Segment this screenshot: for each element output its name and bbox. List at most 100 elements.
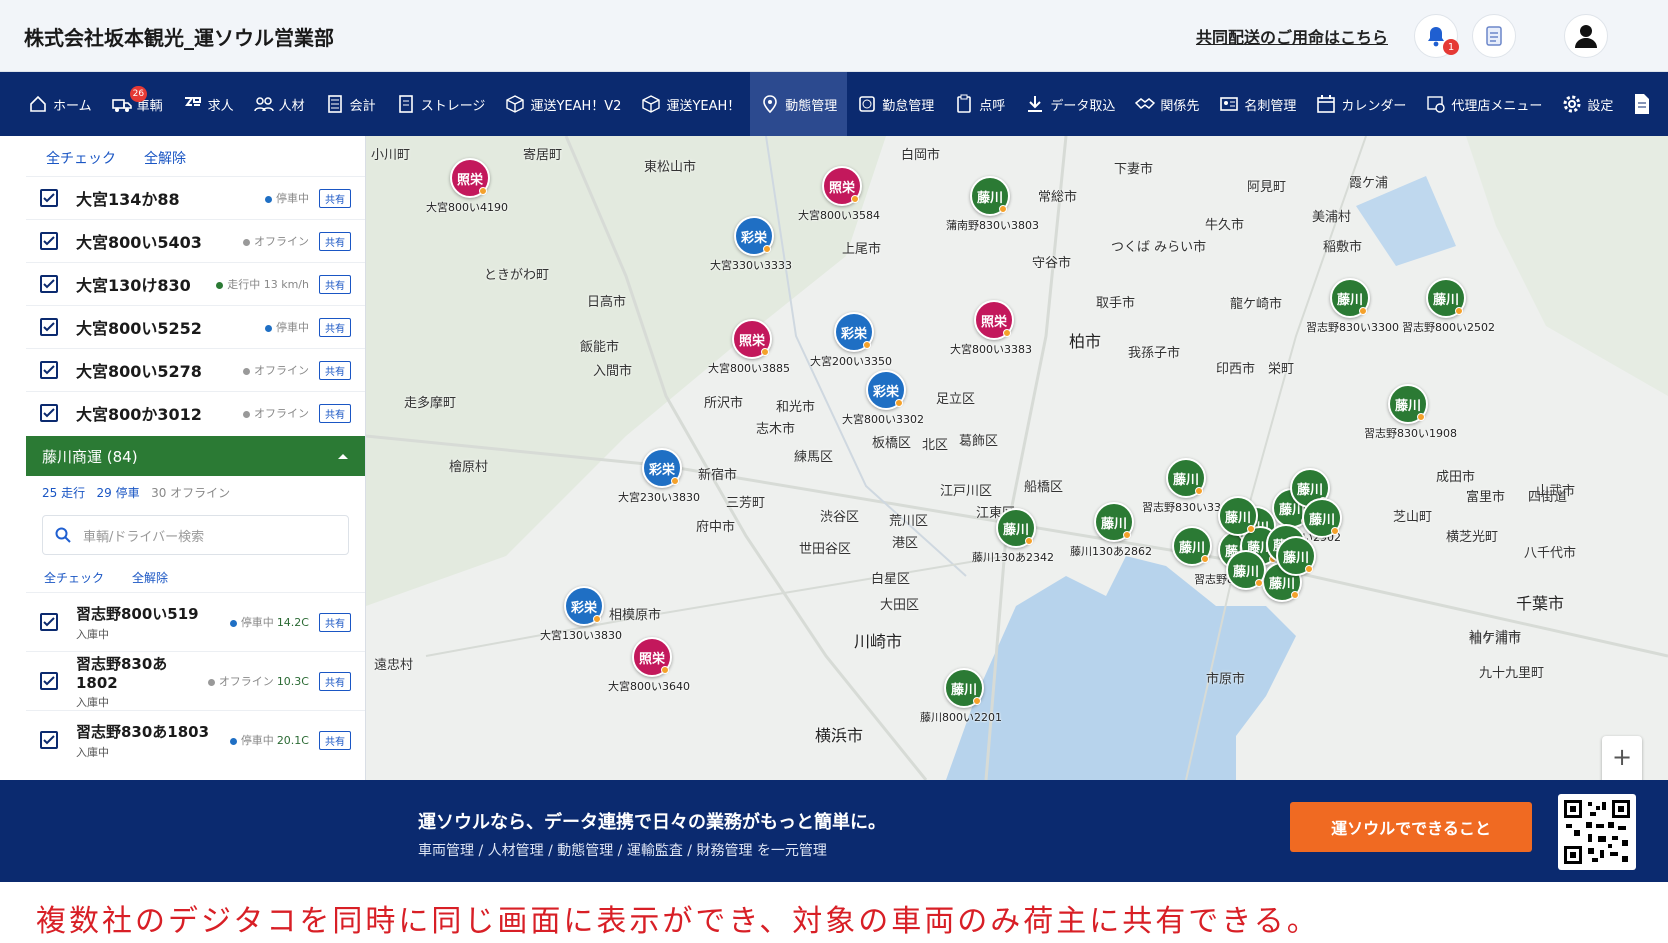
nav-item-8[interactable]: 動態管理 xyxy=(750,72,848,136)
nav-item-3[interactable]: 人材 xyxy=(244,72,315,136)
notification-button[interactable]: 1 xyxy=(1414,14,1459,58)
user-menu-button[interactable] xyxy=(1564,14,1608,58)
check-all-link[interactable]: 全チェック xyxy=(46,148,116,168)
vehicle-row[interactable]: 大宮800い5252 停車中 共有 xyxy=(26,305,365,348)
vehicle-map-pin[interactable]: 照栄 xyxy=(450,158,490,198)
gear-icon xyxy=(1563,95,1581,113)
vehicle-map-pin[interactable]: 照栄 xyxy=(732,319,772,359)
vehicle-map-pin[interactable]: 藤川 xyxy=(1172,526,1212,566)
zoom-controls: + − xyxy=(1602,736,1642,780)
vehicle-map-pin[interactable]: 藤川 xyxy=(1330,278,1370,318)
vehicle-checkbox[interactable] xyxy=(40,189,58,207)
vehicle-map-pin[interactable]: 彩栄 xyxy=(734,216,774,256)
nav-item-13[interactable]: 名刺管理 xyxy=(1209,72,1306,136)
vehicle-map-pin[interactable]: 藤川 xyxy=(1426,278,1466,318)
map-place-label: 遠忠村 xyxy=(374,658,414,673)
nav-item-4[interactable]: 会計 xyxy=(315,72,386,136)
map-place-label: 和光市 xyxy=(776,400,816,415)
vehicle-row[interactable]: 大宮130け830 走行中 13 km/h 共有 xyxy=(26,262,365,305)
shared-badge: 共有 xyxy=(319,231,351,251)
vehicle-checkbox[interactable] xyxy=(40,232,58,250)
agent-icon xyxy=(1427,96,1446,113)
group-check-all-link[interactable]: 全チェック xyxy=(44,569,104,586)
vehicle-map-pin[interactable]: 藤川 xyxy=(1226,550,1266,590)
nav-item-label: 動態管理 xyxy=(785,98,838,114)
vehicle-checkbox[interactable] xyxy=(40,731,58,749)
nav-item-0[interactable]: ホーム xyxy=(18,72,102,136)
document-button[interactable] xyxy=(1472,14,1516,58)
vehicle-plate: 大宮800い5278 xyxy=(76,362,202,381)
map-place-label: 常総市 xyxy=(1038,190,1078,205)
vehicle-map-pin[interactable]: 照栄 xyxy=(822,166,862,206)
vehicle-pin-label: 大宮800い4190 xyxy=(426,201,508,214)
vehicle-pin-label: 大宮330い3333 xyxy=(710,259,792,272)
vehicle-map-pin[interactable]: 照栄 xyxy=(632,637,672,677)
pin-company-label: 藤川 xyxy=(1394,398,1421,414)
map-place-label: 所沢市 xyxy=(704,396,744,411)
nav-item-16[interactable]: 設定 xyxy=(1552,72,1623,136)
vehicle-search-input[interactable]: 車輌/ドライバー検索 xyxy=(42,515,349,555)
pin-company-label: 彩栄 xyxy=(570,600,597,616)
nav-item-10[interactable]: 点呼 xyxy=(944,72,1015,136)
group-vehicle-row[interactable]: 習志野830あ1802 入庫中 オフライン 10.3C 共有 xyxy=(26,651,365,710)
vehicle-map-pin[interactable]: 藤川 xyxy=(1218,496,1258,536)
vehicle-map-pin[interactable]: 彩栄 xyxy=(564,586,604,626)
vehicle-map-pin[interactable]: 彩栄 xyxy=(866,370,906,410)
nav-document-button[interactable] xyxy=(1623,72,1661,136)
nav-item-7[interactable]: 運送YEAH！ xyxy=(631,72,750,136)
vehicle-map-pin[interactable]: 藤川 xyxy=(970,176,1010,216)
nav-item-15[interactable]: 代理店メニュー xyxy=(1416,72,1552,136)
vehicle-checkbox[interactable] xyxy=(40,318,58,336)
app-header: 株式会社坂本観光_運ソウル営業部 共同配送のご用命はこちら 1 xyxy=(0,0,1668,72)
vehicle-row[interactable]: 大宮800い5278 オフライン 共有 xyxy=(26,348,365,391)
calendar-icon xyxy=(1317,95,1336,113)
vehicle-map-pin[interactable]: 藤川 xyxy=(1302,498,1342,538)
vehicle-checkbox[interactable] xyxy=(40,404,58,422)
vehicle-map-pin[interactable]: 彩栄 xyxy=(834,312,874,352)
vehicle-map-pin[interactable]: 藤川 xyxy=(996,508,1036,548)
group-vehicle-row[interactable]: 習志野800い519 入庫中 停車中 14.2C 共有 xyxy=(26,592,365,651)
nav-item-12[interactable]: 関係先 xyxy=(1125,72,1209,136)
nav-item-2[interactable]: 求人 xyxy=(173,72,244,136)
vehicle-map-pin[interactable]: 照栄 xyxy=(974,300,1014,340)
vehicle-map-pin[interactable]: 藤川 xyxy=(944,668,984,708)
vehicle-checkbox[interactable] xyxy=(40,613,58,631)
group-uncheck-all-link[interactable]: 全解除 xyxy=(132,569,168,586)
joint-delivery-link[interactable]: 共同配送のご用命はこちら xyxy=(1196,24,1388,48)
nav-item-6[interactable]: 運送YEAH！V2 xyxy=(495,72,631,136)
nav-item-5[interactable]: ストレージ xyxy=(386,72,496,136)
pin-status-dot xyxy=(999,205,1007,213)
offline-count: 30 オフライン xyxy=(151,486,231,500)
group-header-fujikawa[interactable]: 藤川商運 (84) xyxy=(26,436,365,476)
vehicle-checkbox[interactable] xyxy=(40,361,58,379)
qr-code xyxy=(1558,794,1636,870)
people-icon xyxy=(253,97,274,112)
banner-cta-button[interactable]: 運ソウルでできること xyxy=(1290,802,1532,852)
vehicle-map-pin[interactable]: 藤川 xyxy=(1094,502,1134,542)
vehicle-row[interactable]: 大宮134か88 停車中 共有 xyxy=(26,176,365,219)
vehicle-map[interactable]: 小川町 寄居町 東松山市 白岡市 常総市 下妻市 阿見町 霞ケ浦 美浦村 ときがわ町 上尾市 守谷市 つ… xyxy=(366,136,1668,780)
vehicle-map-pin[interactable]: 藤川 xyxy=(1166,458,1206,498)
nav-item-14[interactable]: カレンダー xyxy=(1306,72,1416,136)
nav-item-1[interactable]: 車輌 26 xyxy=(102,72,173,136)
nav-item-9[interactable]: 勤怠管理 xyxy=(847,72,944,136)
vehicle-map-pin[interactable]: 藤川 xyxy=(1388,384,1428,424)
vehicle-pin-label: 藤川130あ2862 xyxy=(1070,545,1152,558)
vehicle-row[interactable]: 大宮800か3012 オフライン 共有 xyxy=(26,391,365,434)
map-place-label: 千葉市 xyxy=(1516,594,1565,613)
handshake-icon xyxy=(1135,98,1156,109)
stopped-count: 29 停車 xyxy=(96,486,140,500)
uncheck-all-link[interactable]: 全解除 xyxy=(144,148,186,168)
nav-item-11[interactable]: データ取込 xyxy=(1015,72,1125,136)
vehicle-checkbox[interactable] xyxy=(40,672,58,690)
nav-item-label: 関係先 xyxy=(1160,98,1200,114)
shared-badge: 共有 xyxy=(319,730,351,750)
search-placeholder: 車輌/ドライバー検索 xyxy=(83,529,205,545)
vehicle-map-pin[interactable]: 藤川 xyxy=(1276,536,1316,576)
clipboard-icon xyxy=(957,94,972,113)
vehicle-row[interactable]: 大宮800い5403 オフライン 共有 xyxy=(26,219,365,262)
vehicle-map-pin[interactable]: 彩栄 xyxy=(642,448,682,488)
vehicle-checkbox[interactable] xyxy=(40,275,58,293)
zoom-in-button[interactable]: + xyxy=(1612,743,1632,771)
group-vehicle-row[interactable]: 習志野830あ1803 入庫中 停車中 20.1C 共有 xyxy=(26,710,365,769)
